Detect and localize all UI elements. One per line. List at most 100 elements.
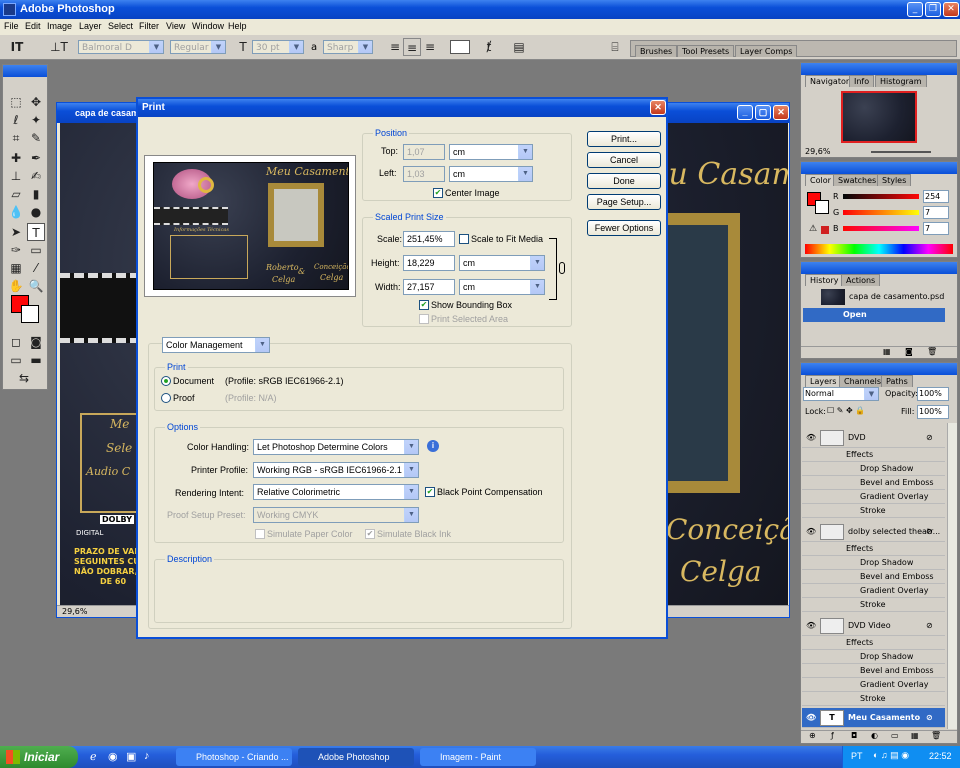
effect-row[interactable]: Gradient Overlay xyxy=(802,490,945,504)
effect-row[interactable]: Bevel and Emboss xyxy=(802,570,945,584)
fullscreen-mode-icon[interactable]: ▬ xyxy=(27,351,45,369)
pen-tool-icon[interactable]: ✑ xyxy=(7,241,25,259)
width-unit-select[interactable]: cm ▼ xyxy=(459,279,545,295)
quicklaunch-media-icon[interactable]: ♪ xyxy=(144,750,150,762)
blur-tool-icon[interactable]: 💧 xyxy=(7,203,25,221)
show-bounding-box-checkbox[interactable]: ✔ xyxy=(419,300,429,310)
proof-radio[interactable] xyxy=(161,393,171,403)
cancel-button[interactable]: Cancel xyxy=(587,152,661,168)
history-item-open-row[interactable]: Open xyxy=(803,308,945,322)
antialias-select[interactable]: Sharp ▼ xyxy=(323,40,373,54)
tab-paths[interactable]: Paths xyxy=(881,375,913,387)
new-document-icon[interactable]: ▦ xyxy=(883,347,891,356)
layers-scrollbar[interactable] xyxy=(947,423,957,729)
task-paint[interactable]: Imagem - Paint xyxy=(420,748,536,766)
b-input[interactable]: 7 xyxy=(923,222,949,235)
proof-setup-select[interactable]: Working CMYK ▼ xyxy=(253,507,419,523)
effect-row[interactable]: Gradient Overlay xyxy=(802,678,945,692)
doc-minimize-button[interactable]: _ xyxy=(737,105,753,120)
history-snapshot[interactable]: capa de casamento.psd xyxy=(803,288,955,306)
text-color-swatch[interactable] xyxy=(450,40,470,54)
navigator-zoom[interactable]: 29,6% xyxy=(805,147,830,156)
left-unit-select[interactable]: cm ▼ xyxy=(449,166,533,182)
slice-tool-icon[interactable]: ✎ xyxy=(27,129,45,147)
language-indicator[interactable]: PT xyxy=(851,751,863,761)
shape-tool-icon[interactable]: ▭ xyxy=(27,241,45,259)
clone-stamp-icon[interactable]: ⊥ xyxy=(7,167,25,185)
quicklaunch-ie-icon[interactable]: ℯ xyxy=(90,750,97,763)
dodge-tool-icon[interactable]: ● xyxy=(27,203,45,221)
well-tab-layer-comps[interactable]: Layer Comps xyxy=(735,45,798,57)
orientation-icon[interactable]: ⊥T xyxy=(50,38,68,56)
minimize-button[interactable]: _ xyxy=(907,2,923,17)
snapshot-icon[interactable]: ◙ xyxy=(905,347,913,356)
height-unit-select[interactable]: cm ▼ xyxy=(459,255,545,271)
opacity-input[interactable]: 100% xyxy=(917,387,949,401)
menu-edit[interactable]: Edit xyxy=(25,21,41,31)
imageready-icon[interactable]: ⇆ xyxy=(15,369,33,387)
effect-row[interactable]: Drop Shadow xyxy=(802,650,945,664)
history-brush-icon[interactable]: ✍ xyxy=(27,167,45,185)
simulate-ink-checkbox[interactable]: ✔ xyxy=(365,529,375,539)
menu-window[interactable]: Window xyxy=(192,21,224,31)
delete-layer-icon[interactable]: 🗑 xyxy=(931,731,941,740)
print-button[interactable]: Print... xyxy=(587,131,661,147)
layer-row-selected[interactable]: 👁 T Meu Casamento ⊘ xyxy=(802,708,945,728)
b-slider[interactable] xyxy=(843,226,919,231)
doc-maximize-button[interactable]: ▢ xyxy=(755,105,771,120)
r-slider[interactable] xyxy=(843,194,919,199)
font-family-select[interactable]: Balmoral D ▼ xyxy=(78,40,164,54)
r-input[interactable]: 254 xyxy=(923,190,949,203)
layer-row[interactable]: 👁 DVD ⊘ xyxy=(802,428,945,448)
standard-mode-icon[interactable]: ◻ xyxy=(7,333,25,351)
mode-select[interactable]: Color Management ▼ xyxy=(162,337,270,353)
effect-row[interactable]: Stroke xyxy=(802,692,945,706)
menu-help[interactable]: Help xyxy=(228,21,247,31)
notes-tool-icon[interactable]: ▦ xyxy=(7,259,25,277)
top-unit-select[interactable]: cm ▼ xyxy=(449,144,533,160)
layer-row[interactable]: 👁 DVD Video ⊘ xyxy=(802,616,945,636)
eraser-tool-icon[interactable]: ▱ xyxy=(7,185,25,203)
move-tool-icon[interactable]: ✥ xyxy=(27,93,45,111)
info-icon[interactable]: i xyxy=(427,440,439,452)
fx-icon[interactable]: ⊘ xyxy=(926,616,933,636)
eye-icon[interactable]: 👁 xyxy=(806,708,816,728)
tab-info[interactable]: Info xyxy=(849,75,875,87)
magic-wand-icon[interactable]: ✦ xyxy=(27,111,45,129)
tray-icons[interactable]: ◐ ♫ ▤ ◉ xyxy=(873,750,909,761)
effect-row[interactable]: Gradient Overlay xyxy=(802,584,945,598)
printer-profile-select[interactable]: Working RGB - sRGB IEC61966-2.1 ▼ xyxy=(253,462,419,478)
brush-tool-icon[interactable]: ✒ xyxy=(27,149,45,167)
effects-row[interactable]: Effects xyxy=(802,542,945,556)
warp-text-icon[interactable]: ⱦ xyxy=(480,38,498,56)
width-input[interactable]: 27,157 xyxy=(403,279,455,295)
color-handling-select[interactable]: Let Photoshop Determine Colors ▼ xyxy=(253,439,419,455)
quicklaunch-explorer-icon[interactable]: ◉ xyxy=(108,750,118,763)
effect-row[interactable]: Drop Shadow xyxy=(802,556,945,570)
effect-row[interactable]: Stroke xyxy=(802,504,945,518)
g-slider[interactable] xyxy=(843,210,919,215)
align-left-icon[interactable]: ≡ xyxy=(386,38,404,56)
tab-channels[interactable]: Channels xyxy=(839,375,887,387)
screen-mode-icon[interactable]: ▭ xyxy=(7,351,25,369)
eye-icon[interactable]: 👁 xyxy=(806,428,816,448)
effects-row[interactable]: Effects xyxy=(802,448,945,462)
menu-file[interactable]: File xyxy=(4,21,19,31)
adjustment-icon[interactable]: ◐ xyxy=(871,731,878,740)
tab-color[interactable]: Color xyxy=(805,174,836,186)
tab-layers[interactable]: Layers xyxy=(805,375,842,387)
dialog-close-button[interactable]: ✕ xyxy=(650,100,666,115)
navigator-thumbnail[interactable] xyxy=(841,91,917,143)
tab-swatches[interactable]: Swatches xyxy=(833,174,882,186)
new-layer-icon[interactable]: ▦ xyxy=(911,731,919,740)
print-selected-area-checkbox[interactable] xyxy=(419,314,429,324)
black-point-checkbox[interactable]: ✔ xyxy=(425,487,435,497)
file-browser-icon[interactable]: ⌸ xyxy=(606,38,624,56)
fx-icon[interactable]: ⊘ xyxy=(926,428,933,448)
clock[interactable]: 22:52 xyxy=(929,751,952,761)
simulate-paper-checkbox[interactable] xyxy=(255,529,265,539)
crop-tool-icon[interactable]: ⌗ xyxy=(7,129,25,147)
effect-row[interactable]: Bevel and Emboss xyxy=(802,664,945,678)
effect-row[interactable]: Stroke xyxy=(802,598,945,612)
well-tab-tool-presets[interactable]: Tool Presets xyxy=(677,45,735,57)
